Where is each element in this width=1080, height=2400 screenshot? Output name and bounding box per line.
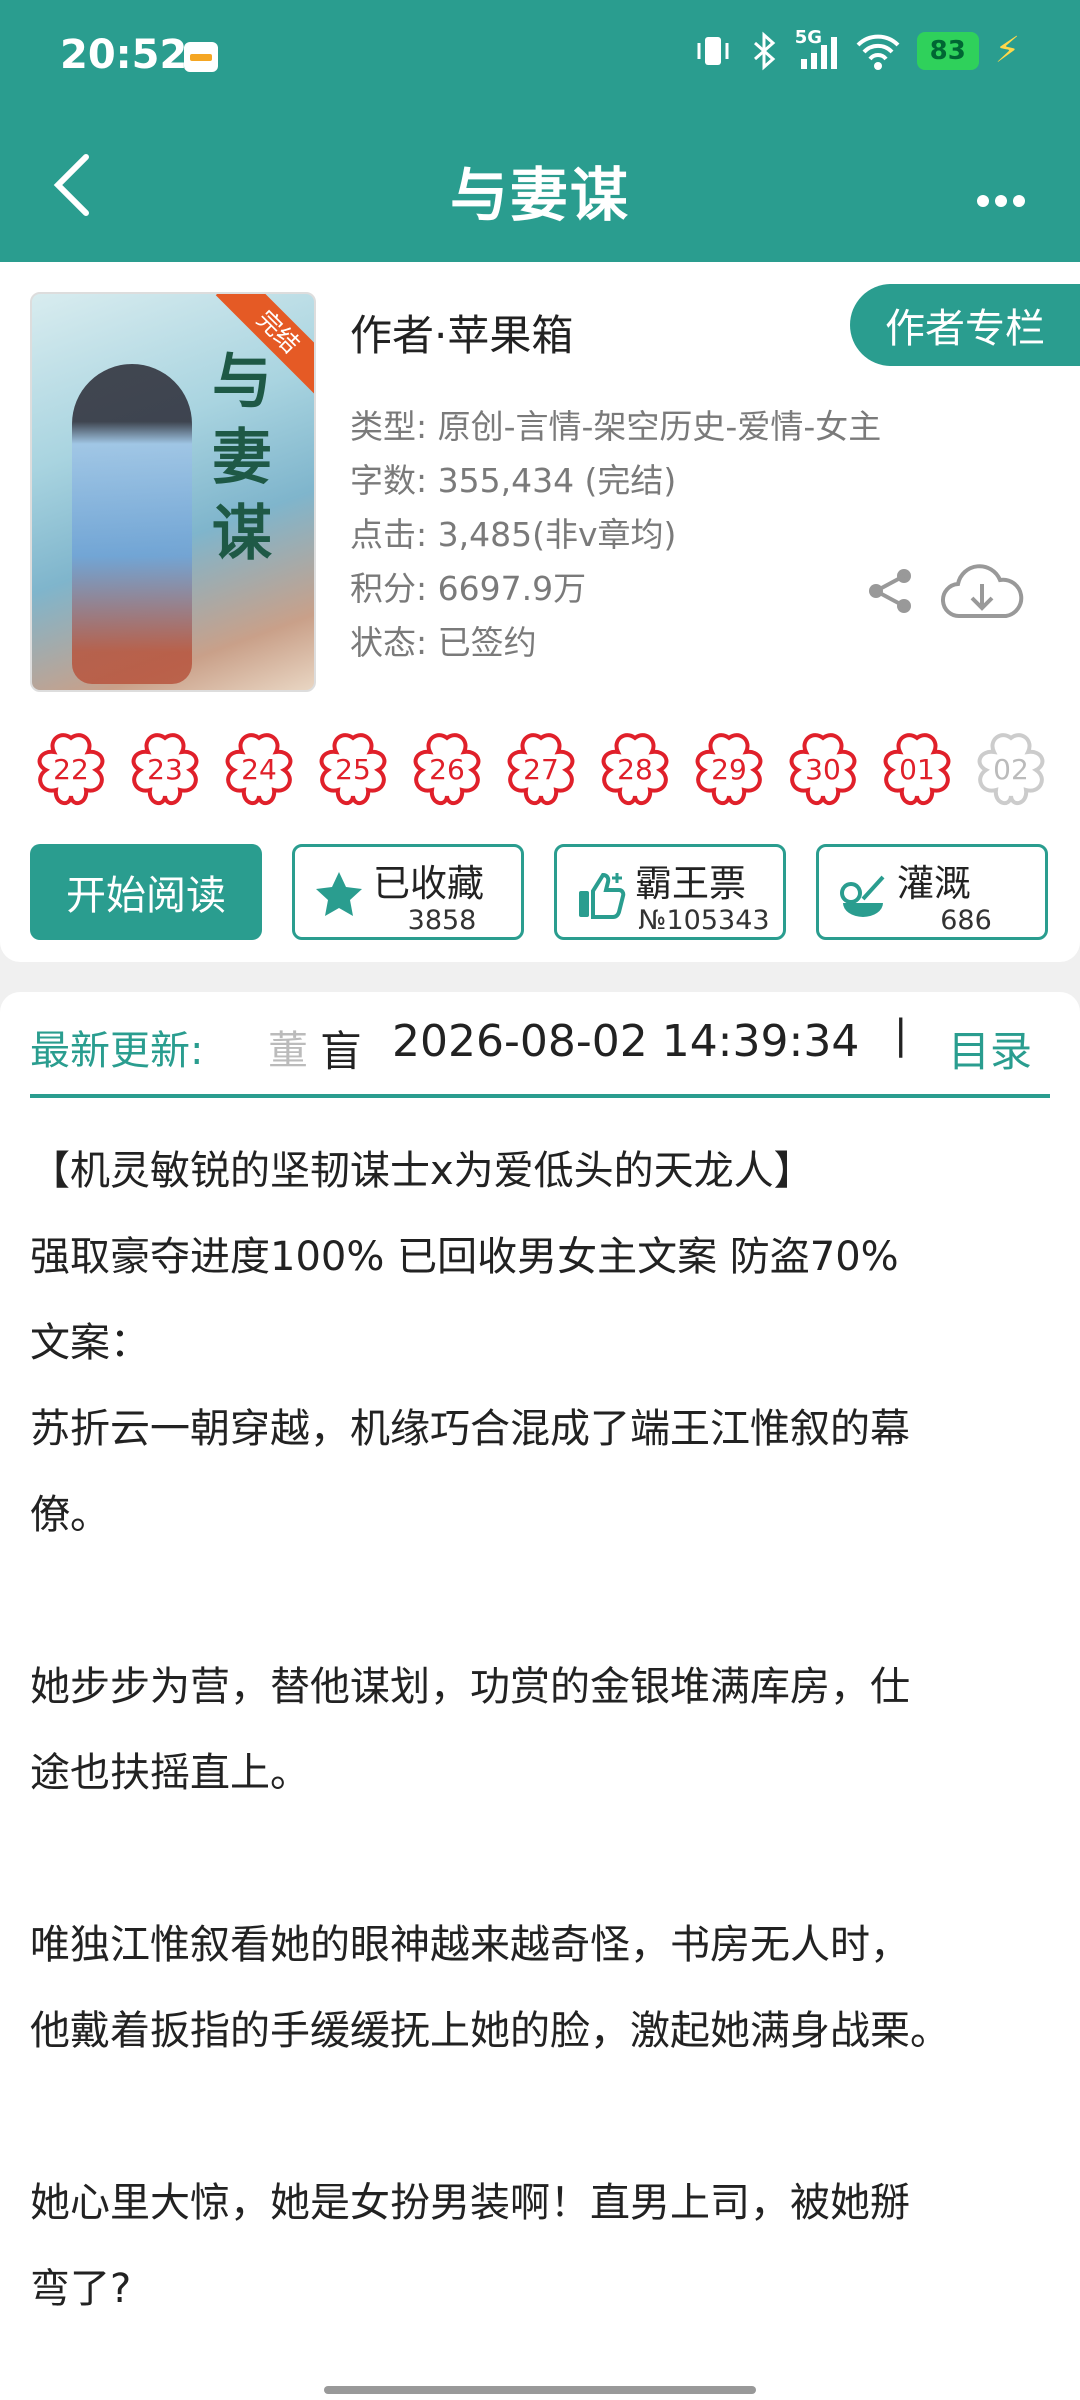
status-time: 20:52 <box>60 32 188 78</box>
vote-count: №105343 <box>638 905 770 936</box>
synopsis-line: 文案： <box>30 1320 150 1366</box>
author-column-button[interactable]: 作者专栏 <box>850 284 1080 366</box>
home-indicator[interactable] <box>324 2386 756 2394</box>
synopsis-line: 她心里大惊，她是女扮男装啊！直男上司，被她掰 <box>30 2180 910 2226</box>
synopsis-line: 她步步为营，替他谋划，功赏的金银堆满库房，仕 <box>30 1664 910 1710</box>
favorite-label: 已收藏 <box>373 862 484 905</box>
more-button[interactable] <box>976 172 1026 218</box>
cloud-download-icon[interactable] <box>940 558 1024 624</box>
latest-chapter-title: 盲 <box>320 1027 363 1076</box>
wifi-icon <box>856 34 900 70</box>
divider <box>30 1094 1050 1098</box>
synopsis: 【机灵敏锐的坚韧谋士x为爱低头的天龙人】 强取豪夺进度100% 已回收男女主文案… <box>0 1128 1080 2400</box>
chapter-list: 22 23 24 25 26 27 28 29 30 01 02 <box>34 732 1048 806</box>
synopsis-line: 苏折云一朝穿越，机缘巧合混成了端王江惟叙的幕 <box>30 1406 910 1452</box>
chapter-item[interactable]: 22 <box>34 732 108 806</box>
chapter-item[interactable]: 01 <box>880 732 954 806</box>
meta-genre: 类型: 原创-言情-架空历史-爱情-女主 <box>350 407 882 446</box>
top-app-bar: 20:52 5G 83 ⚡ 与妻谋 <box>0 0 1080 262</box>
chapter-item[interactable]: 27 <box>504 732 578 806</box>
signal-icon: 5G <box>795 27 839 71</box>
latest-update-time: 2026-08-02 14:39:34 <box>392 1016 860 1067</box>
meta-score: 积分: 6697.9万 <box>350 569 587 608</box>
water-button[interactable]: 灌溉 686 <box>816 844 1048 940</box>
bluetooth-icon <box>753 31 775 70</box>
synopsis-line: 僚。 <box>30 1492 110 1538</box>
thumbs-up-icon <box>579 872 626 919</box>
chapter-item[interactable]: 02 <box>974 732 1048 806</box>
notification-app-icon <box>184 42 218 72</box>
star-icon <box>316 872 362 916</box>
chapter-item[interactable]: 28 <box>598 732 672 806</box>
synopsis-line: 【机灵敏锐的坚韧谋士x为爱低头的天龙人】 <box>30 1148 814 1194</box>
synopsis-line: 弯了? <box>30 2266 132 2312</box>
chapter-item[interactable]: 29 <box>692 732 766 806</box>
author-name[interactable]: 作者·苹果箱 <box>350 302 573 363</box>
water-label: 灌溉 <box>897 862 971 905</box>
watering-can-icon <box>840 875 885 917</box>
battery-indicator: 83 <box>916 31 979 70</box>
latest-chapter-fragment: 董 <box>268 1028 308 1074</box>
start-reading-button[interactable]: 开始阅读 <box>30 844 262 940</box>
latest-update-bar[interactable]: 最新更新: 董 盲 2026-08-02 14:39:34 | 目录 <box>0 992 1080 1128</box>
book-info-card: 与妻谋 完结 作者·苹果箱 作者专栏 类型: 原创-言情-架空历史-爱情-女主 … <box>0 262 1080 962</box>
vote-label: 霸王票 <box>635 862 746 905</box>
cover-title: 与妻谋 <box>212 347 272 569</box>
favorite-button[interactable]: 已收藏 3858 <box>292 844 524 940</box>
share-icon[interactable] <box>864 564 918 618</box>
synopsis-line: 强取豪夺进度100% 已回收男女主文案 防盗70% <box>30 1234 899 1280</box>
meta-word-count: 字数: 355,434 (完结) <box>350 461 677 500</box>
table-of-contents-link[interactable]: 目录 <box>948 1018 1032 1079</box>
chapter-item[interactable]: 24 <box>222 732 296 806</box>
action-row: 开始阅读 已收藏 3858 霸王票 №105343 灌溉 686 <box>30 844 1050 944</box>
latest-update-label: 最新更新: <box>30 1028 204 1074</box>
water-count: 686 <box>940 905 992 936</box>
separator: | <box>894 1012 908 1058</box>
book-cover[interactable]: 与妻谋 完结 <box>30 292 316 692</box>
synopsis-line: 唯独江惟叙看她的眼神越来越奇怪，书房无人时， <box>30 1922 910 1968</box>
cover-illustration <box>72 364 192 684</box>
synopsis-line: 他戴着扳指的手缓缓抚上她的脸，激起她满身战栗。 <box>30 2008 950 2054</box>
charging-icon: ⚡ <box>994 30 1020 71</box>
chapter-item[interactable]: 25 <box>316 732 390 806</box>
page-title: 与妻谋 <box>449 161 630 229</box>
synopsis-line: 途也扶摇直上。 <box>30 1750 310 1796</box>
chapter-item[interactable]: 23 <box>128 732 202 806</box>
favorite-count: 3858 <box>407 905 477 936</box>
vote-button[interactable]: 霸王票 №105343 <box>554 844 786 940</box>
chapter-item[interactable]: 26 <box>410 732 484 806</box>
meta-status: 状态: 已签约 <box>350 623 537 662</box>
vibrate-icon <box>697 36 729 65</box>
meta-clicks: 点击: 3,485(非v章均) <box>350 515 677 554</box>
book-meta: 类型: 原创-言情-架空历史-爱情-女主 字数: 355,434 (完结) 点击… <box>350 400 881 670</box>
chapter-item[interactable]: 30 <box>786 732 860 806</box>
status-icons: 5G 83 ⚡ <box>693 27 1020 71</box>
more-horizontal-icon <box>977 195 1025 207</box>
